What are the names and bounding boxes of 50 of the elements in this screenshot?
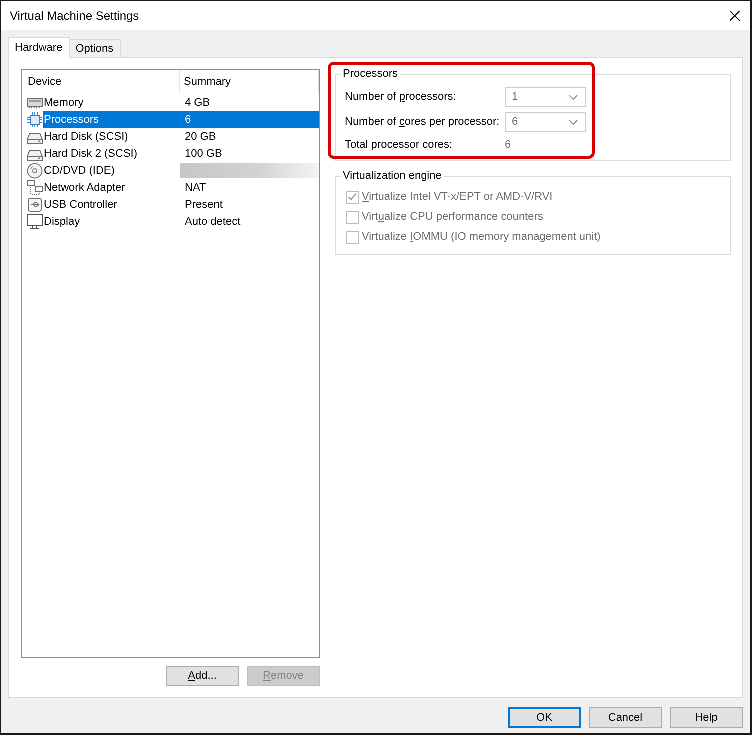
- device-row[interactable]: Memory 4 GB: [43, 94, 319, 111]
- device-summary: 6: [184, 114, 192, 126]
- field-label: Number of cores per processor:: [345, 115, 501, 130]
- device-summary: 4 GB: [184, 96, 212, 108]
- device-row[interactable]: Hard Disk 2 (SCSI) 100 GB: [43, 145, 319, 162]
- device-name: USB Controller: [43, 198, 118, 210]
- device-name: CD/DVD (IDE): [43, 164, 116, 176]
- device-row[interactable]: Display Auto detect: [43, 213, 319, 230]
- device-row[interactable]: Processors 6: [43, 111, 319, 128]
- device-summary: 100 GB: [184, 148, 224, 160]
- device-name: Display: [43, 216, 82, 228]
- tab[interactable]: Hardware: [8, 37, 70, 58]
- monitor-icon: [27, 214, 43, 230]
- device-summary: Auto detect: [184, 216, 242, 228]
- checkmark-icon: [348, 193, 357, 201]
- network-icon: [27, 180, 43, 196]
- field-label: Total processor cores:: [345, 138, 454, 153]
- usb-icon: [27, 196, 43, 212]
- group-title: Virtualization engine: [342, 169, 443, 183]
- device-name: Hard Disk 2 (SCSI): [43, 148, 139, 160]
- chevron-down-icon: [569, 120, 578, 124]
- ok-button[interactable]: OK: [508, 707, 581, 728]
- column-header[interactable]: Device: [22, 70, 180, 94]
- cancel-button[interactable]: Cancel: [589, 707, 662, 728]
- group-title: Processors: [342, 67, 400, 81]
- close-icon: [730, 10, 740, 20]
- column-header[interactable]: Summary: [180, 70, 319, 94]
- checkbox-label: Virtualize Intel VT-x/EPT or AMD-V/RVI: [362, 191, 553, 203]
- help-button[interactable]: Help: [670, 707, 743, 728]
- device-summary: NAT: [184, 182, 208, 194]
- device-name: Hard Disk (SCSI): [43, 130, 130, 142]
- field-label: Number of processors:: [345, 90, 458, 105]
- device-row[interactable]: Hard Disk (SCSI) 20 GB: [43, 128, 319, 145]
- device-row[interactable]: USB Controller Present: [43, 196, 319, 213]
- disc-icon: [27, 162, 43, 178]
- device-summary: Present: [184, 198, 224, 210]
- device-name: Memory: [43, 96, 85, 108]
- tab[interactable]: Options: [68, 39, 121, 57]
- window-title: Virtual Machine Settings: [10, 8, 140, 22]
- chip-icon: [27, 112, 43, 128]
- device-row[interactable]: Network Adapter NAT: [43, 179, 319, 196]
- device-name: Network Adapter: [43, 182, 126, 194]
- field-value: 6: [505, 138, 512, 153]
- chevron-down-icon: [569, 94, 578, 100]
- device-row[interactable]: CD/DVD (IDE): [43, 162, 319, 179]
- device-name: Processors: [43, 114, 100, 126]
- checkbox-label: Virtualize CPU performance counters: [362, 211, 544, 223]
- add-button[interactable]: Add...: [166, 666, 239, 686]
- device-summary: 20 GB: [184, 130, 218, 142]
- checkbox-label: Virtualize IOMMU (IO memory management unit): [362, 231, 601, 243]
